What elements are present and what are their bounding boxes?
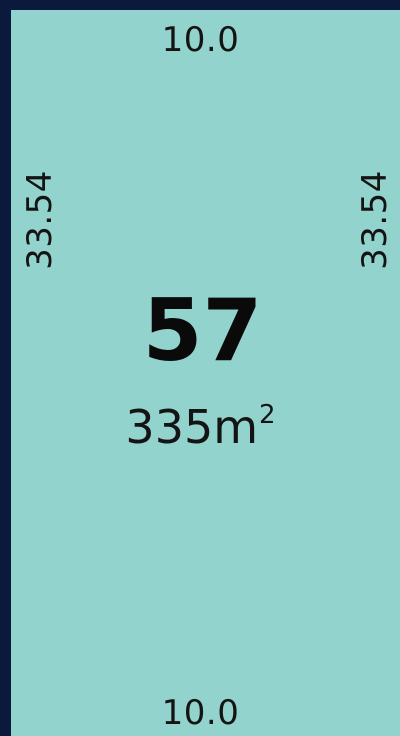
lot-parcel: 10.0 33.54 33.54 57 335m2 10.0 bbox=[11, 10, 400, 736]
bottom-boundary-dimension: 10.0 bbox=[161, 693, 240, 733]
top-boundary-dimension: 10.0 bbox=[161, 20, 240, 60]
right-boundary-dimension: 33.54 bbox=[355, 170, 395, 270]
lot-area-unit-superscript: 2 bbox=[259, 400, 276, 430]
lot-plan-page: 10.0 33.54 33.54 57 335m2 10.0 bbox=[0, 0, 400, 736]
left-boundary-dimension: 33.54 bbox=[20, 170, 60, 270]
lot-area-value: 335m bbox=[125, 400, 259, 454]
lot-number: 57 bbox=[142, 281, 263, 381]
lot-area: 335m2 bbox=[11, 402, 395, 450]
